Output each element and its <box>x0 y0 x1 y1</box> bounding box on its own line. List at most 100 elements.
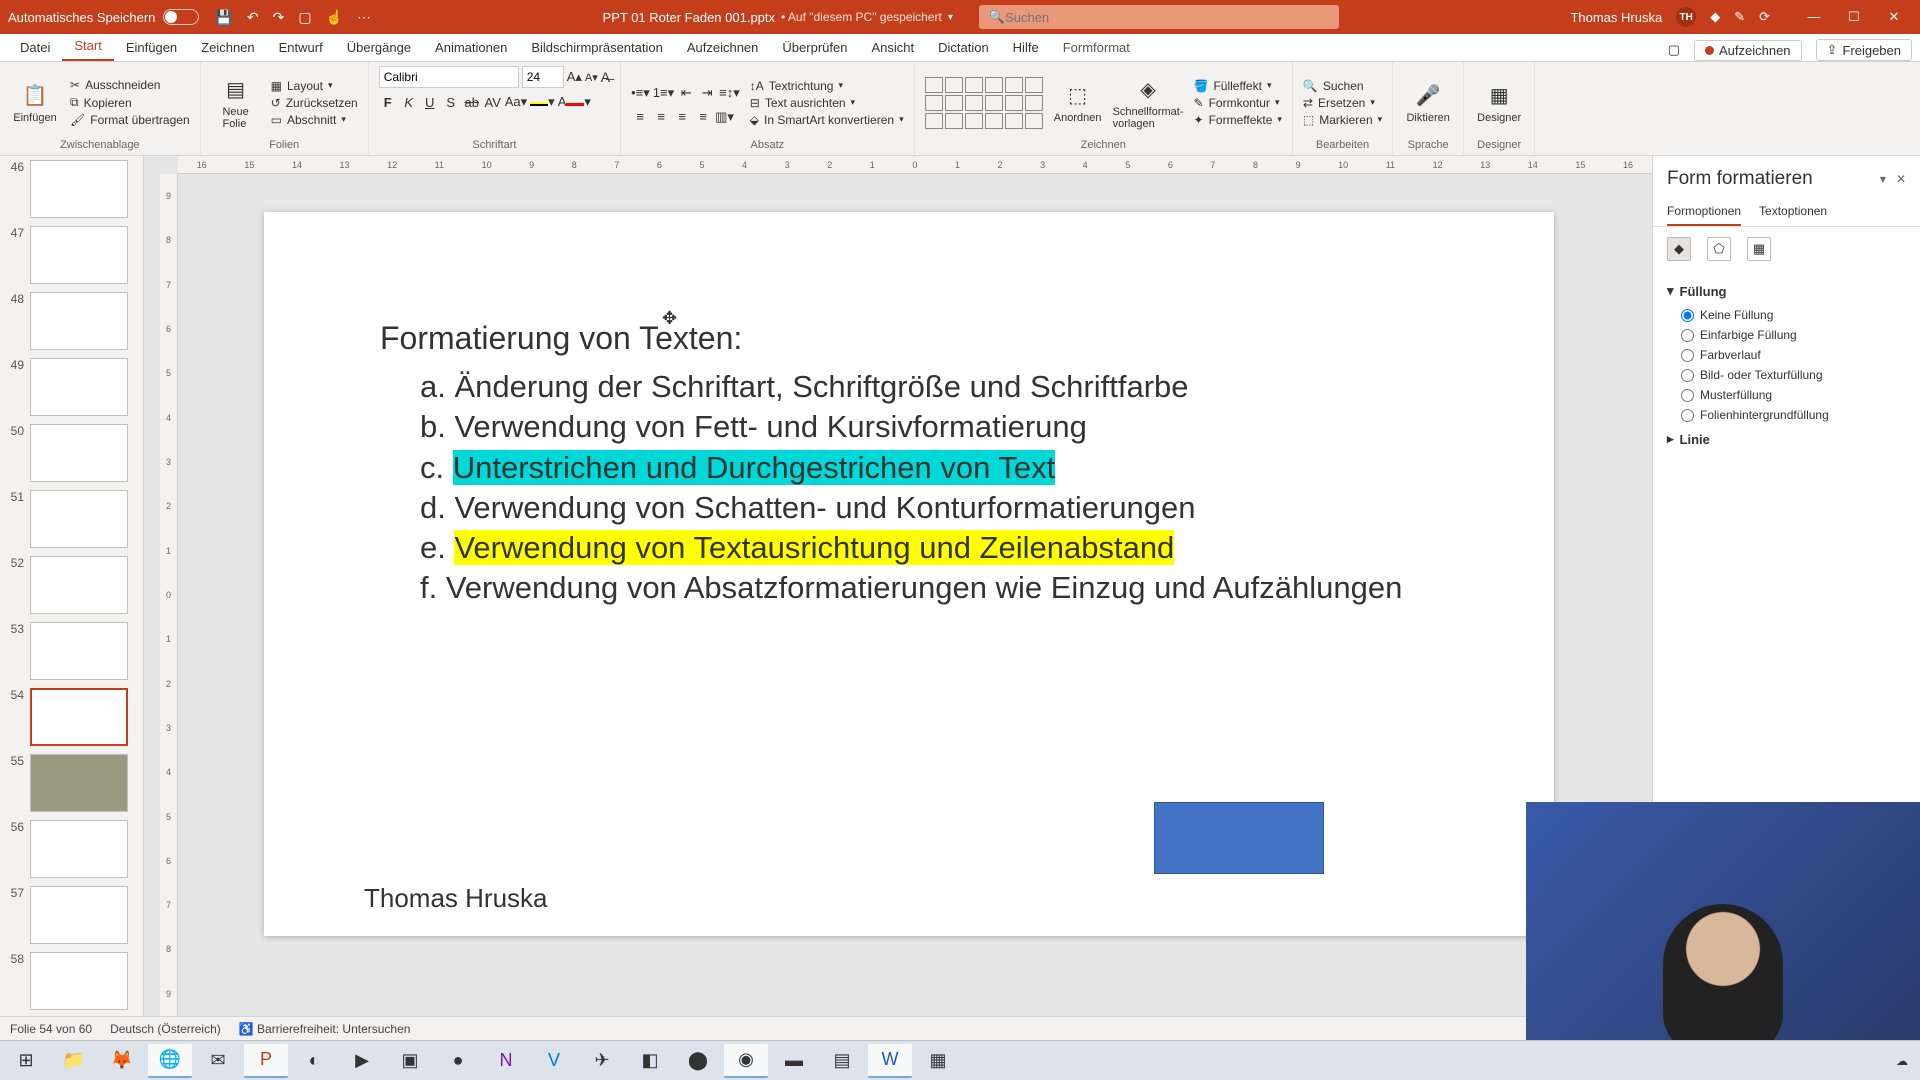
layout-button[interactable]: ▦Layout▾ <box>271 79 358 93</box>
spacing-button[interactable]: AV <box>484 95 502 110</box>
tab-einfuegen[interactable]: Einfügen <box>114 36 189 61</box>
redo-icon[interactable]: ↷ <box>273 9 285 26</box>
slideshow-icon[interactable]: ▢ <box>298 9 311 26</box>
italic-button[interactable]: K <box>400 95 418 110</box>
bullets-button[interactable]: •≡▾ <box>631 85 650 101</box>
find-button[interactable]: 🔍Suchen <box>1303 79 1382 93</box>
tab-uebergaenge[interactable]: Übergänge <box>335 36 423 61</box>
select-button[interactable]: ⬚Markieren▾ <box>1303 113 1382 127</box>
tab-bildschirm[interactable]: Bildschirmpräsentation <box>519 36 675 61</box>
diamond-icon[interactable]: ◆ <box>1710 9 1720 25</box>
rectangle-shape[interactable] <box>1154 802 1324 874</box>
fill-pattern-radio[interactable]: Musterfüllung <box>1667 385 1906 405</box>
quick-styles-button[interactable]: ◈Schnellformat- vorlagen <box>1113 76 1184 130</box>
outlook-icon[interactable]: ✉ <box>196 1044 240 1078</box>
tab-dictation[interactable]: Dictation <box>926 36 1001 61</box>
fill-none-radio[interactable]: Keine Füllung <box>1667 305 1906 325</box>
minimize-button[interactable]: — <box>1796 9 1832 25</box>
new-slide-button[interactable]: ▤Neue Folie <box>211 76 261 130</box>
underline-button[interactable]: U <box>421 95 439 110</box>
columns-button[interactable]: ▥▾ <box>715 109 734 125</box>
increase-font-icon[interactable]: A▴ <box>567 69 582 85</box>
text-direction-button[interactable]: ↕ATextrichtung▾ <box>750 79 904 93</box>
app-icon[interactable]: ● <box>436 1044 480 1078</box>
size-icon[interactable]: ▦ <box>1747 237 1771 261</box>
slide-canvas[interactable]: ✥ Formatierung von Texten: a. Änderung d… <box>264 212 1554 936</box>
designer-button[interactable]: ▦Designer <box>1474 82 1524 124</box>
shadow-button[interactable]: S <box>442 95 460 110</box>
powerpoint-icon[interactable]: P <box>244 1044 288 1078</box>
qat-more-icon[interactable]: ⋯ <box>357 9 371 26</box>
tab-text-options[interactable]: Textoptionen <box>1759 198 1827 226</box>
explorer-icon[interactable]: 📁 <box>52 1044 96 1078</box>
fill-solid-radio[interactable]: Einfarbige Füllung <box>1667 325 1906 345</box>
fill-button[interactable]: 🪣Fülleffekt▾ <box>1194 79 1282 93</box>
fill-picture-radio[interactable]: Bild- oder Texturfüllung <box>1667 365 1906 385</box>
slide-thumbnail[interactable] <box>30 160 128 218</box>
search-box[interactable]: 🔍 <box>979 5 1339 29</box>
list-item[interactable]: c. Unterstrichen und Durchgestrichen von… <box>420 448 1474 488</box>
tab-start[interactable]: Start <box>62 34 113 61</box>
share-button[interactable]: ⇪Freigeben <box>1816 39 1912 61</box>
tab-ansicht[interactable]: Ansicht <box>859 36 926 61</box>
indent-inc-button[interactable]: ⇥ <box>698 85 716 101</box>
fill-section-header[interactable]: ▾Füllung <box>1667 283 1906 299</box>
paste-button[interactable]: 📋Einfügen <box>10 82 60 124</box>
reset-button[interactable]: ↺Zurücksetzen <box>271 96 358 110</box>
language-indicator[interactable]: Deutsch (Österreich) <box>110 1022 221 1036</box>
outline-button[interactable]: ✎Formkontur▾ <box>1194 96 1282 110</box>
pane-options-icon[interactable]: ▾ <box>1880 172 1886 186</box>
slide-edit-area[interactable]: 1615141312111098765432101234567891011121… <box>144 156 1652 1016</box>
close-button[interactable]: ✕ <box>1876 9 1912 25</box>
clear-format-icon[interactable]: A̶ <box>601 69 610 85</box>
slide-thumbnail[interactable] <box>30 754 128 812</box>
slide-thumbnail[interactable] <box>30 820 128 878</box>
app-icon[interactable]: ▣ <box>388 1044 432 1078</box>
tab-datei[interactable]: Datei <box>8 36 62 61</box>
arrange-button[interactable]: ⬚Anordnen <box>1053 82 1103 124</box>
onenote-icon[interactable]: N <box>484 1044 528 1078</box>
maximize-button[interactable]: ☐ <box>1836 9 1872 25</box>
word-icon[interactable]: W <box>868 1044 912 1078</box>
fill-gradient-radio[interactable]: Farbverlauf <box>1667 345 1906 365</box>
telegram-icon[interactable]: ✈ <box>580 1044 624 1078</box>
font-color-button[interactable]: A▾ <box>558 94 591 110</box>
chrome-icon[interactable]: 🌐 <box>148 1044 192 1078</box>
shapes-gallery[interactable] <box>925 77 1043 129</box>
slide-thumbnail-panel[interactable]: 4647484950515253545556575859 <box>0 156 144 1016</box>
user-avatar[interactable]: TH <box>1676 7 1696 27</box>
firefox-icon[interactable]: 🦊 <box>100 1044 144 1078</box>
slide-thumbnail[interactable] <box>30 490 128 548</box>
list-item[interactable]: a. Änderung der Schriftart, Schriftgröße… <box>420 367 1474 407</box>
tab-animationen[interactable]: Animationen <box>423 36 519 61</box>
vlc-icon[interactable]: ▶ <box>340 1044 384 1078</box>
tab-form-options[interactable]: Formoptionen <box>1667 198 1741 226</box>
app-icon[interactable]: ▬ <box>772 1044 816 1078</box>
format-painter-button[interactable]: 🖌Format übertragen <box>70 113 190 127</box>
tab-aufzeichnen[interactable]: Aufzeichnen <box>675 36 771 61</box>
title-dropdown-icon[interactable]: ▾ <box>948 12 953 23</box>
case-button[interactable]: Aa▾ <box>505 94 527 110</box>
tab-entwurf[interactable]: Entwurf <box>267 36 335 61</box>
indent-dec-button[interactable]: ⇤ <box>677 85 695 101</box>
obs-icon[interactable]: ⬤ <box>676 1044 720 1078</box>
replace-button[interactable]: ⇄Ersetzen▾ <box>1303 96 1382 110</box>
autosave-toggle[interactable] <box>163 9 199 25</box>
section-button[interactable]: ▭Abschnitt▾ <box>271 113 358 127</box>
strike-button[interactable]: ab <box>463 95 481 110</box>
slide-thumbnail[interactable] <box>30 424 128 482</box>
align-left-button[interactable]: ≡ <box>631 109 649 124</box>
author-text[interactable]: Thomas Hruska <box>364 883 548 914</box>
system-tray[interactable]: ☁ <box>1896 1054 1916 1068</box>
tab-zeichnen[interactable]: Zeichnen <box>189 36 266 61</box>
align-right-button[interactable]: ≡ <box>673 109 691 124</box>
slide-thumbnail[interactable] <box>30 358 128 416</box>
slide-title[interactable]: Formatierung von Texten: <box>380 320 1474 357</box>
numbering-button[interactable]: 1≡▾ <box>653 85 674 101</box>
cut-button[interactable]: ✂Ausschneiden <box>70 78 190 92</box>
justify-button[interactable]: ≡ <box>694 109 712 124</box>
app-icon[interactable]: ◉ <box>724 1044 768 1078</box>
touch-icon[interactable]: ☝ <box>326 9 343 26</box>
list-item[interactable]: b. Verwendung von Fett- und Kursivformat… <box>420 407 1474 447</box>
align-center-button[interactable]: ≡ <box>652 109 670 124</box>
